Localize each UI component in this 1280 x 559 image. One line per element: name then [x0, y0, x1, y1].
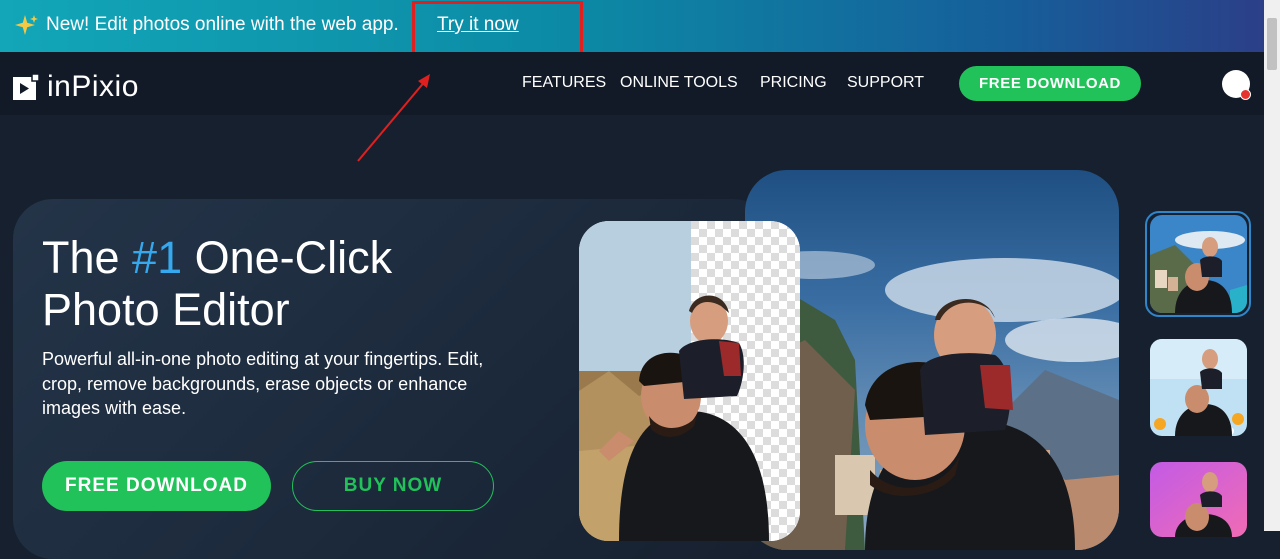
- headline-line2: Photo Editor: [42, 284, 290, 335]
- promo-banner: New! Edit photos online with the web app…: [0, 0, 1264, 52]
- thumbnail-2[interactable]: [1150, 339, 1247, 436]
- hero-main-photo: [745, 170, 1119, 550]
- notification-dot: [1240, 89, 1251, 100]
- sparkle-icon: [15, 15, 38, 35]
- headline-accent: #1: [132, 232, 183, 283]
- main-photo-illustration: [745, 251, 1119, 550]
- hero-subtext: Powerful all-in-one photo editing at you…: [42, 349, 484, 418]
- hero-free-download-button[interactable]: FREE DOWNLOAD: [42, 461, 271, 511]
- headline-post: One-Click: [182, 232, 393, 283]
- headline-pre: The: [42, 232, 133, 283]
- inpixio-logo[interactable]: inPixio: [13, 70, 139, 104]
- hero-headline: The #1 One-Click Photo Editor: [42, 232, 392, 336]
- thumbnail-1-image: [1150, 215, 1247, 313]
- buy-now-button[interactable]: BUY NOW: [292, 461, 494, 511]
- nav-item-support[interactable]: SUPPORT: [847, 74, 924, 92]
- nav-item-online-tools[interactable]: ONLINE TOOLS: [620, 74, 738, 92]
- thumbnail-1[interactable]: [1150, 215, 1247, 313]
- banner-text: New! Edit photos online with the web app…: [46, 14, 399, 35]
- scrollbar-thumb[interactable]: [1267, 18, 1277, 70]
- page-scrollbar[interactable]: [1264, 0, 1280, 531]
- before-after-preview: [579, 221, 800, 541]
- nav-item-features[interactable]: FEATURES: [522, 74, 606, 92]
- nav-free-download-button[interactable]: FREE DOWNLOAD: [959, 66, 1141, 101]
- thumbnail-3-image: [1150, 462, 1247, 537]
- logo-text: inPixio: [47, 70, 139, 103]
- nav-item-pricing[interactable]: PRICING: [760, 74, 827, 92]
- logo-icon: [13, 74, 39, 100]
- before-after-illustration: [579, 221, 800, 541]
- annotation-highlight-box: [412, 1, 583, 56]
- thumbnail-2-image: [1150, 339, 1247, 436]
- thumbnail-3[interactable]: [1150, 462, 1247, 537]
